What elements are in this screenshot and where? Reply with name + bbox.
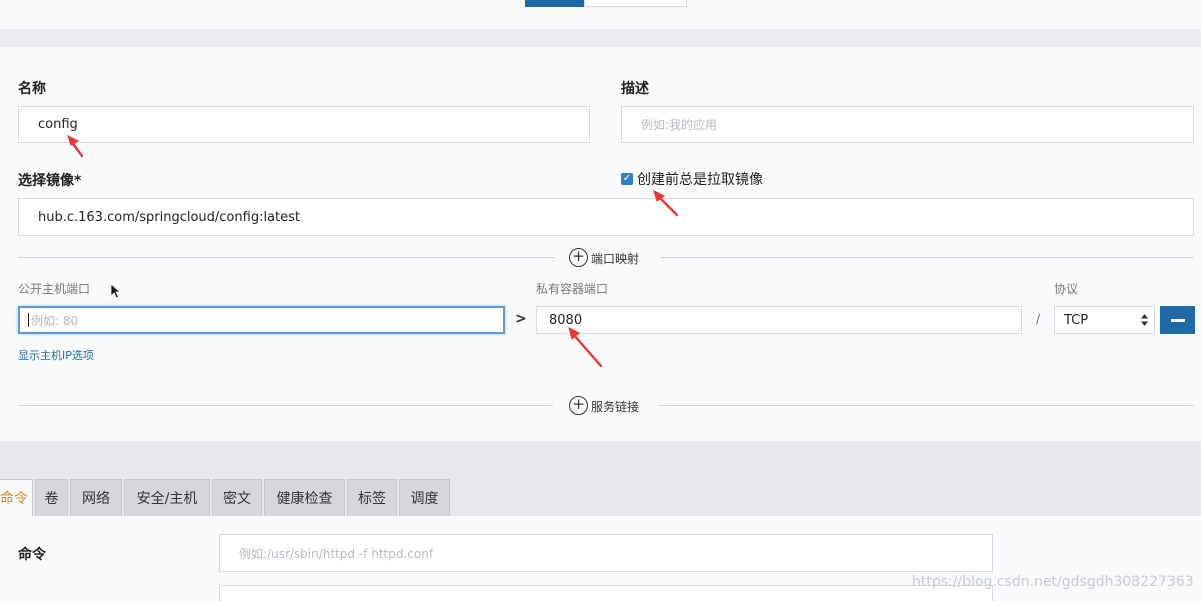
annotation-arrows xyxy=(67,135,679,368)
arrow-to-name xyxy=(67,135,84,158)
arrow-to-always-pull xyxy=(653,190,679,217)
arrow-to-private-port xyxy=(568,327,603,368)
